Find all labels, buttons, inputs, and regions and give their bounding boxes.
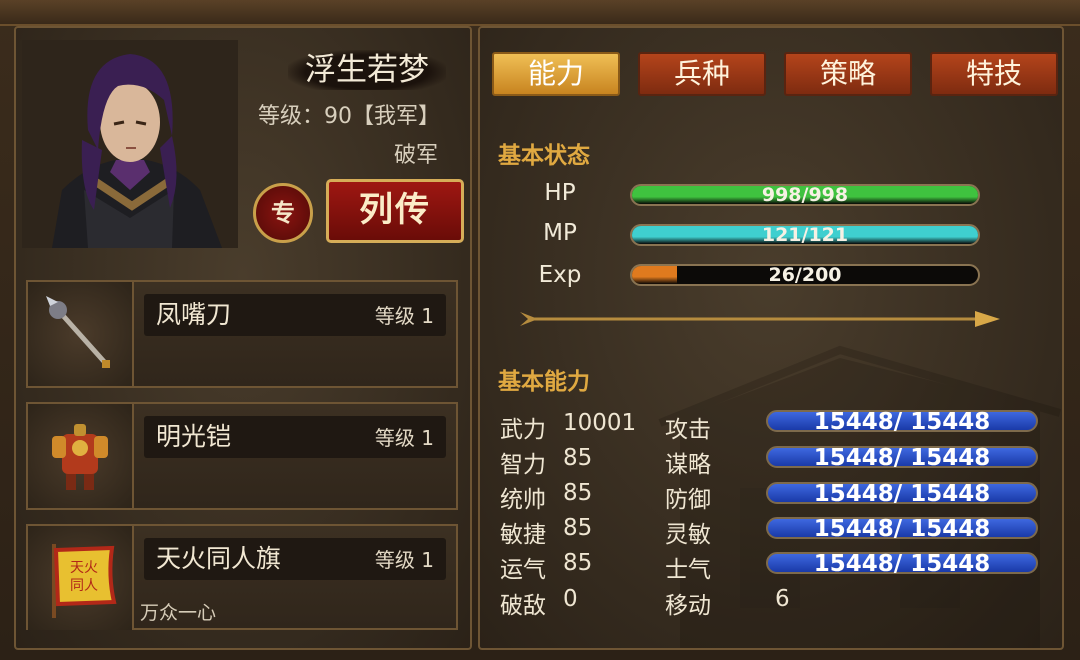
character-name: 浮生若梦 xyxy=(288,50,446,90)
character-faction: 破军 xyxy=(393,143,438,168)
attr-value: 85 xyxy=(563,480,593,506)
combat-value: 15448/ 15448 xyxy=(813,445,991,471)
basic-ability-title: 基本能力 xyxy=(498,369,590,395)
combat-label: 防御 xyxy=(665,487,711,513)
banner-icon: 天火 同人 xyxy=(28,526,134,630)
attr-value: 0 xyxy=(563,586,578,612)
attr-label: 运气 xyxy=(500,557,546,583)
combat-bar: 15448/ 15448 xyxy=(766,445,1038,471)
tab-strategy[interactable]: 策略 xyxy=(784,52,912,96)
combat-value: 15448/ 15448 xyxy=(813,481,991,507)
move-value: 6 xyxy=(775,586,790,612)
hp-label: HP xyxy=(544,180,576,206)
combat-value: 15448/ 15448 xyxy=(813,409,991,435)
combat-bar: 15448/ 15448 xyxy=(766,551,1038,577)
tab-troops[interactable]: 兵种 xyxy=(638,52,766,96)
equipment-name-bar: 凤嘴刀 等级 1 xyxy=(144,294,446,336)
attr-value: 85 xyxy=(563,515,593,541)
equipment-level: 等级 1 xyxy=(374,426,434,450)
armor-icon xyxy=(28,404,134,508)
combat-bar: 15448/ 15448 xyxy=(766,409,1038,435)
combat-bar: 15448/ 15448 xyxy=(766,481,1038,507)
attr-label: 破敌 xyxy=(500,593,546,619)
mp-label: MP xyxy=(543,220,577,246)
combat-value: 15448/ 15448 xyxy=(813,551,991,577)
combat-label: 士气 xyxy=(665,557,711,583)
svg-text:同人: 同人 xyxy=(70,578,98,594)
biography-button[interactable]: 列传 xyxy=(326,179,464,243)
equipment-level: 等级 1 xyxy=(374,548,434,572)
basic-status-title: 基本状态 xyxy=(498,143,590,169)
attr-label: 武力 xyxy=(500,417,546,443)
equipment-name-bar: 天火同人旗 等级 1 xyxy=(144,538,446,580)
combat-label: 谋略 xyxy=(665,452,711,478)
attr-value: 10001 xyxy=(563,410,637,436)
attr-label: 智力 xyxy=(500,452,546,478)
combat-label: 灵敏 xyxy=(665,522,711,548)
character-portrait xyxy=(22,40,238,248)
hp-bar: 998/998 xyxy=(630,184,980,206)
top-border xyxy=(0,0,1080,26)
exp-label: Exp xyxy=(538,262,582,288)
mp-bar: 121/121 xyxy=(630,224,980,246)
equipment-slot-weapon[interactable]: 凤嘴刀 等级 1 xyxy=(26,280,458,388)
divider-arrow xyxy=(520,311,1000,327)
exp-value: 26/200 xyxy=(768,264,842,286)
tab-skills[interactable]: 特技 xyxy=(930,52,1058,96)
attr-value: 85 xyxy=(563,445,593,471)
exp-bar: 26/200 xyxy=(630,264,980,286)
attr-label: 统帅 xyxy=(500,487,546,513)
attr-value: 85 xyxy=(563,550,593,576)
character-level: 等级：90【我军】 xyxy=(258,104,440,129)
equipment-name: 天火同人旗 xyxy=(156,544,282,573)
equipment-skill: 万众一心 xyxy=(140,602,217,624)
hp-value: 998/998 xyxy=(761,184,849,206)
combat-value: 15448/ 15448 xyxy=(813,516,991,542)
attr-label: 敏捷 xyxy=(500,522,546,548)
equipment-name-bar: 明光铠 等级 1 xyxy=(144,416,446,458)
specialty-button[interactable]: 专 xyxy=(253,183,313,243)
equipment-name: 明光铠 xyxy=(156,422,232,451)
equipment-slot-armor[interactable]: 明光铠 等级 1 xyxy=(26,402,458,510)
equipment-slot-accessory[interactable]: 天火 同人 天火同人旗 等级 1 万众一心 xyxy=(26,524,458,630)
mp-value: 121/121 xyxy=(761,224,849,246)
svg-text:天火: 天火 xyxy=(70,560,98,576)
move-label: 移动 xyxy=(665,593,711,619)
weapon-halberd-icon xyxy=(28,282,134,386)
equipment-level: 等级 1 xyxy=(374,304,434,328)
equipment-name: 凤嘴刀 xyxy=(156,300,232,329)
combat-label: 攻击 xyxy=(665,417,711,443)
tab-ability[interactable]: 能力 xyxy=(492,52,620,96)
combat-bar: 15448/ 15448 xyxy=(766,516,1038,542)
